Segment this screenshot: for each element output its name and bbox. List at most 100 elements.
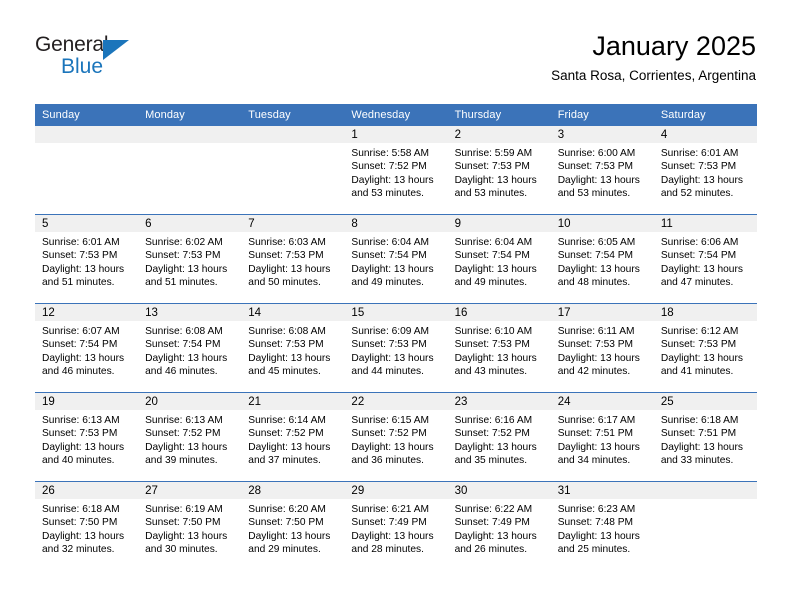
calendar-day-cell[interactable]: 23 Sunrise: 6:16 AM Sunset: 7:52 PM Dayligh… <box>447 393 551 481</box>
day-number: 19 <box>35 393 139 410</box>
calendar-cell: 12 Sunrise: 6:07 AM Sunset: 7:54 PM Dayligh… <box>35 303 139 393</box>
daylight-text-line2: and 28 minutes. <box>351 544 424 556</box>
calendar-day-cell[interactable]: 21 Sunrise: 6:14 AM Sunset: 7:52 PM Dayligh… <box>241 393 345 481</box>
calendar-cell <box>138 126 242 215</box>
sunrise-text: Sunrise: 5:58 AM <box>351 148 430 159</box>
calendar-day-cell[interactable]: 28 Sunrise: 6:20 AM Sunset: 7:50 PM Dayligh… <box>241 482 345 570</box>
sunset-text: Sunset: 7:50 PM <box>42 517 118 529</box>
calendar-day-cell-empty <box>653 482 757 570</box>
daylight-text-line1: Daylight: 13 hours <box>454 441 537 453</box>
day-details: Sunrise: 6:08 AM Sunset: 7:54 PM Daylight:… <box>138 321 241 379</box>
day-details: Sunrise: 6:13 AM Sunset: 7:52 PM Daylight:… <box>138 410 241 468</box>
calendar-day-cell[interactable]: 19 Sunrise: 6:13 AM Sunset: 7:53 PM Dayligh… <box>35 393 139 481</box>
calendar-day-cell-empty <box>35 126 139 214</box>
calendar-cell: 8 Sunrise: 6:04 AM Sunset: 7:54 PM Daylight… <box>344 214 448 304</box>
calendar-day-cell[interactable]: 14 Sunrise: 6:08 AM Sunset: 7:53 PM Dayligh… <box>241 304 345 392</box>
calendar-day-cell[interactable]: 18 Sunrise: 6:12 AM Sunset: 7:53 PM Dayligh… <box>653 304 757 392</box>
sunrise-text: Sunrise: 6:21 AM <box>351 504 430 515</box>
calendar-day-cell[interactable]: 3 Sunrise: 6:00 AM Sunset: 7:53 PM Daylight… <box>550 126 654 214</box>
daylight-text-line1: Daylight: 13 hours <box>145 530 228 542</box>
calendar-day-cell[interactable]: 10 Sunrise: 6:05 AM Sunset: 7:54 PM Dayligh… <box>550 215 654 303</box>
daylight-text-line2: and 42 minutes. <box>557 366 631 378</box>
day-details: Sunrise: 6:01 AM Sunset: 7:53 PM Daylight:… <box>35 232 138 290</box>
sunrise-text: Sunrise: 6:01 AM <box>42 237 120 248</box>
daylight-text-line1: Daylight: 13 hours <box>660 352 743 364</box>
calendar-day-cell[interactable]: 6 Sunrise: 6:02 AM Sunset: 7:53 PM Daylight… <box>138 215 242 303</box>
sunrise-text: Sunrise: 6:07 AM <box>42 326 120 337</box>
daylight-text-line1: Daylight: 13 hours <box>660 263 743 275</box>
day-details: Sunrise: 6:17 AM Sunset: 7:51 PM Daylight:… <box>551 410 654 468</box>
calendar-day-cell-empty <box>138 126 242 214</box>
calendar-day-cell[interactable]: 8 Sunrise: 6:04 AM Sunset: 7:54 PM Daylight… <box>344 215 448 303</box>
sunset-text: Sunset: 7:51 PM <box>557 428 634 440</box>
calendar-cell: 25 Sunrise: 6:18 AM Sunset: 7:51 PM Dayligh… <box>653 392 757 482</box>
calendar-day-cell[interactable]: 26 Sunrise: 6:18 AM Sunset: 7:50 PM Dayligh… <box>35 482 139 570</box>
day-number: 3 <box>550 126 654 143</box>
day-number: 17 <box>550 304 654 321</box>
calendar-cell: 30 Sunrise: 6:22 AM Sunset: 7:49 PM Dayligh… <box>447 481 551 570</box>
calendar-day-cell[interactable]: 2 Sunrise: 5:59 AM Sunset: 7:53 PM Daylight… <box>447 126 551 214</box>
general-blue-logo[interactable]: General Blue <box>35 33 165 83</box>
daylight-text-line1: Daylight: 13 hours <box>454 263 537 275</box>
calendar-day-cell[interactable]: 11 Sunrise: 6:06 AM Sunset: 7:54 PM Dayligh… <box>653 215 757 303</box>
calendar-day-cell[interactable]: 22 Sunrise: 6:15 AM Sunset: 7:52 PM Dayligh… <box>344 393 448 481</box>
day-details: Sunrise: 6:11 AM Sunset: 7:53 PM Daylight:… <box>551 321 654 379</box>
calendar-day-cell[interactable]: 13 Sunrise: 6:08 AM Sunset: 7:54 PM Dayligh… <box>138 304 242 392</box>
day-number: 15 <box>344 304 448 321</box>
calendar-day-cell[interactable]: 17 Sunrise: 6:11 AM Sunset: 7:53 PM Dayligh… <box>550 304 654 392</box>
daylight-text-line1: Daylight: 13 hours <box>248 441 331 453</box>
calendar-cell: 2 Sunrise: 5:59 AM Sunset: 7:53 PM Daylight… <box>447 126 551 215</box>
day-details: Sunrise: 5:59 AM Sunset: 7:53 PM Daylight:… <box>448 143 551 201</box>
calendar-day-cell[interactable]: 24 Sunrise: 6:17 AM Sunset: 7:51 PM Dayligh… <box>550 393 654 481</box>
daylight-text-line2: and 50 minutes. <box>248 277 321 289</box>
sunrise-text: Sunrise: 6:02 AM <box>145 237 223 248</box>
calendar-day-cell[interactable]: 29 Sunrise: 6:21 AM Sunset: 7:49 PM Dayligh… <box>344 482 448 570</box>
sunrise-text: Sunrise: 6:08 AM <box>248 326 326 337</box>
calendar-day-cell[interactable]: 15 Sunrise: 6:09 AM Sunset: 7:53 PM Dayligh… <box>344 304 448 392</box>
daylight-text-line2: and 36 minutes. <box>351 455 424 467</box>
daylight-text-line1: Daylight: 13 hours <box>42 352 125 364</box>
calendar-day-cell[interactable]: 12 Sunrise: 6:07 AM Sunset: 7:54 PM Dayligh… <box>35 304 139 392</box>
sunset-text: Sunset: 7:53 PM <box>660 161 737 173</box>
calendar-day-cell[interactable]: 9 Sunrise: 6:04 AM Sunset: 7:54 PM Daylight… <box>447 215 551 303</box>
daylight-text-line2: and 49 minutes. <box>351 277 424 289</box>
weekday-header-thursday: Thursday <box>447 104 551 126</box>
daylight-text-line2: and 46 minutes. <box>145 366 218 378</box>
sunrise-text: Sunrise: 6:00 AM <box>557 148 636 159</box>
calendar-cell: 29 Sunrise: 6:21 AM Sunset: 7:49 PM Dayligh… <box>344 481 448 570</box>
calendar-day-cell[interactable]: 5 Sunrise: 6:01 AM Sunset: 7:53 PM Daylight… <box>35 215 139 303</box>
daylight-text-line1: Daylight: 13 hours <box>351 174 434 186</box>
sunset-text: Sunset: 7:54 PM <box>454 250 530 262</box>
daylight-text-line1: Daylight: 13 hours <box>557 352 640 364</box>
sunrise-text: Sunrise: 6:13 AM <box>42 415 120 426</box>
calendar-day-cell[interactable]: 30 Sunrise: 6:22 AM Sunset: 7:49 PM Dayligh… <box>447 482 551 570</box>
day-details: Sunrise: 6:01 AM Sunset: 7:53 PM Daylight:… <box>654 143 757 201</box>
day-details: Sunrise: 6:06 AM Sunset: 7:54 PM Daylight:… <box>654 232 757 290</box>
calendar-day-cell[interactable]: 25 Sunrise: 6:18 AM Sunset: 7:51 PM Dayligh… <box>653 393 757 481</box>
sunrise-text: Sunrise: 6:12 AM <box>660 326 739 337</box>
sunrise-text: Sunrise: 6:09 AM <box>351 326 430 337</box>
calendar-day-cell[interactable]: 1 Sunrise: 5:58 AM Sunset: 7:52 PM Daylight… <box>344 126 448 214</box>
calendar-cell: 28 Sunrise: 6:20 AM Sunset: 7:50 PM Dayligh… <box>241 481 345 570</box>
calendar-cell: 1 Sunrise: 5:58 AM Sunset: 7:52 PM Daylight… <box>344 126 448 215</box>
day-details: Sunrise: 6:22 AM Sunset: 7:49 PM Daylight:… <box>448 499 551 557</box>
logo-text-general: General <box>35 33 109 56</box>
calendar-day-cell[interactable]: 20 Sunrise: 6:13 AM Sunset: 7:52 PM Dayligh… <box>138 393 242 481</box>
calendar-day-cell[interactable]: 7 Sunrise: 6:03 AM Sunset: 7:53 PM Daylight… <box>241 215 345 303</box>
daylight-text-line2: and 30 minutes. <box>145 544 218 556</box>
calendar-day-cell[interactable]: 16 Sunrise: 6:10 AM Sunset: 7:53 PM Dayligh… <box>447 304 551 392</box>
calendar-cell: 15 Sunrise: 6:09 AM Sunset: 7:53 PM Dayligh… <box>344 303 448 393</box>
day-number: 16 <box>447 304 551 321</box>
calendar-day-cell[interactable]: 4 Sunrise: 6:01 AM Sunset: 7:53 PM Daylight… <box>653 126 757 214</box>
sunset-text: Sunset: 7:54 PM <box>145 339 221 351</box>
daylight-text-line1: Daylight: 13 hours <box>454 174 537 186</box>
sunset-text: Sunset: 7:52 PM <box>248 428 324 440</box>
sunset-text: Sunset: 7:52 PM <box>351 161 427 173</box>
calendar-day-cell[interactable]: 27 Sunrise: 6:19 AM Sunset: 7:50 PM Dayligh… <box>138 482 242 570</box>
calendar-cell: 19 Sunrise: 6:13 AM Sunset: 7:53 PM Dayligh… <box>35 392 139 482</box>
calendar-day-cell[interactable]: 31 Sunrise: 6:23 AM Sunset: 7:48 PM Dayligh… <box>550 482 654 570</box>
calendar-page: General Blue January 2025 Santa Rosa, Co… <box>0 0 792 612</box>
triangle-icon <box>103 40 129 60</box>
daylight-text-line1: Daylight: 13 hours <box>145 352 228 364</box>
sunrise-text: Sunrise: 6:03 AM <box>248 237 326 248</box>
